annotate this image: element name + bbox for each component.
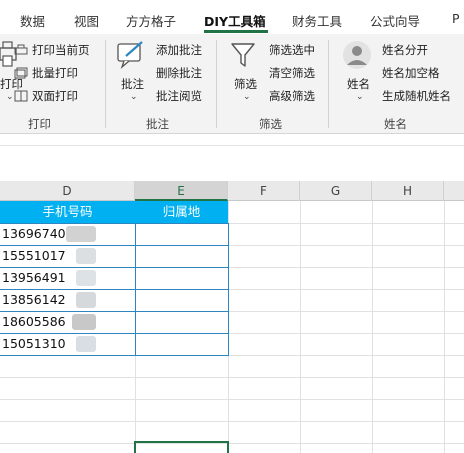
chevron-down-icon: ⌄ [130,92,138,102]
split-name-button[interactable]: 姓名分开 [382,42,428,58]
phone-header-cell[interactable]: 手机号码 [0,201,135,223]
view-comment-button[interactable]: 批注阅览 [156,88,202,104]
group-divider [216,40,217,128]
filter-group-label: 筛选 [259,117,282,131]
gridline [0,377,464,378]
delete-comment-button[interactable]: 删除批注 [156,65,202,81]
active-tab-indicator [204,30,268,33]
gridline [0,421,464,422]
batch-print-button[interactable]: 批量打印 [14,65,78,81]
table-row-border [0,311,228,312]
group-divider [328,40,329,128]
chevron-down-icon: ⌄ [243,92,251,102]
group-divider [105,40,106,128]
name-add-space-button[interactable]: 姓名加空格 [382,65,440,81]
funnel-icon [231,43,255,67]
tab-view[interactable]: 视图 [74,11,99,30]
tab-finance-tools[interactable]: 财务工具 [292,11,342,30]
filter-selected-button[interactable]: 筛选选中 [269,42,315,58]
location-header-cell[interactable]: 归属地 [135,201,228,223]
advanced-filter-button[interactable]: 高级筛选 [269,88,315,104]
table-row-border [0,289,228,290]
print-current-page-button[interactable]: 打印当前页 [14,42,90,58]
printer-small-icon [14,44,28,55]
formula-bar-area [0,135,464,181]
table-row-border [0,333,228,334]
comment-pen-icon [117,41,143,70]
gridline [444,201,445,453]
comment-group-label: 批注 [146,117,169,131]
gridline [372,201,373,453]
ribbon-panel: 打印 ⌄ 打印当前页 批量打印 双面打印 打印 批注 ⌄ 添加批注 删除批注 批… [0,34,464,134]
add-comment-button[interactable]: 添加批注 [156,42,202,58]
print-group-label: 打印 [28,117,51,131]
gridline [0,443,464,444]
chevron-down-icon: ⌄ [356,92,364,102]
chevron-down-icon: ⌄ [6,92,14,102]
tab-more[interactable]: P [452,11,460,26]
active-cell-selection[interactable] [134,441,229,453]
random-name-button[interactable]: 生成随机姓名 [382,88,451,104]
worksheet-grid[interactable]: D E F G H 手机号码 归属地 13696740 15551017 139… [0,181,464,453]
tab-formula-wizard[interactable]: 公式向导 [370,11,420,30]
name-big-label: 姓名 [347,77,370,91]
duplex-print-button[interactable]: 双面打印 [14,88,78,104]
person-icon [343,41,371,69]
tab-data[interactable]: 数据 [20,11,45,30]
column-header-h[interactable]: H [372,181,444,201]
comment-big-label: 批注 [121,77,144,91]
column-header-overflow [444,181,464,201]
filter-big-label: 筛选 [234,77,257,91]
gridline [0,399,464,400]
tab-diy-toolbox[interactable]: DIY工具箱 [204,11,266,30]
clear-filter-button[interactable]: 清空筛选 [269,65,315,81]
column-header-f[interactable]: F [228,181,300,201]
column-header-d[interactable]: D [0,181,135,201]
tab-fangfang[interactable]: 方方格子 [126,11,176,30]
table-row-border [0,267,228,268]
ribbon-tab-bar: 数据 视图 方方格子 DIY工具箱 财务工具 公式向导 P [0,0,464,34]
name-group-label: 姓名 [384,117,407,131]
gridline [300,201,301,453]
table-row-border [0,245,228,246]
duplex-print-icon [14,90,28,102]
column-header-e[interactable]: E [135,181,228,201]
batch-print-icon [14,67,28,79]
column-header-g[interactable]: G [300,181,372,201]
formula-bar-divider [0,145,464,146]
